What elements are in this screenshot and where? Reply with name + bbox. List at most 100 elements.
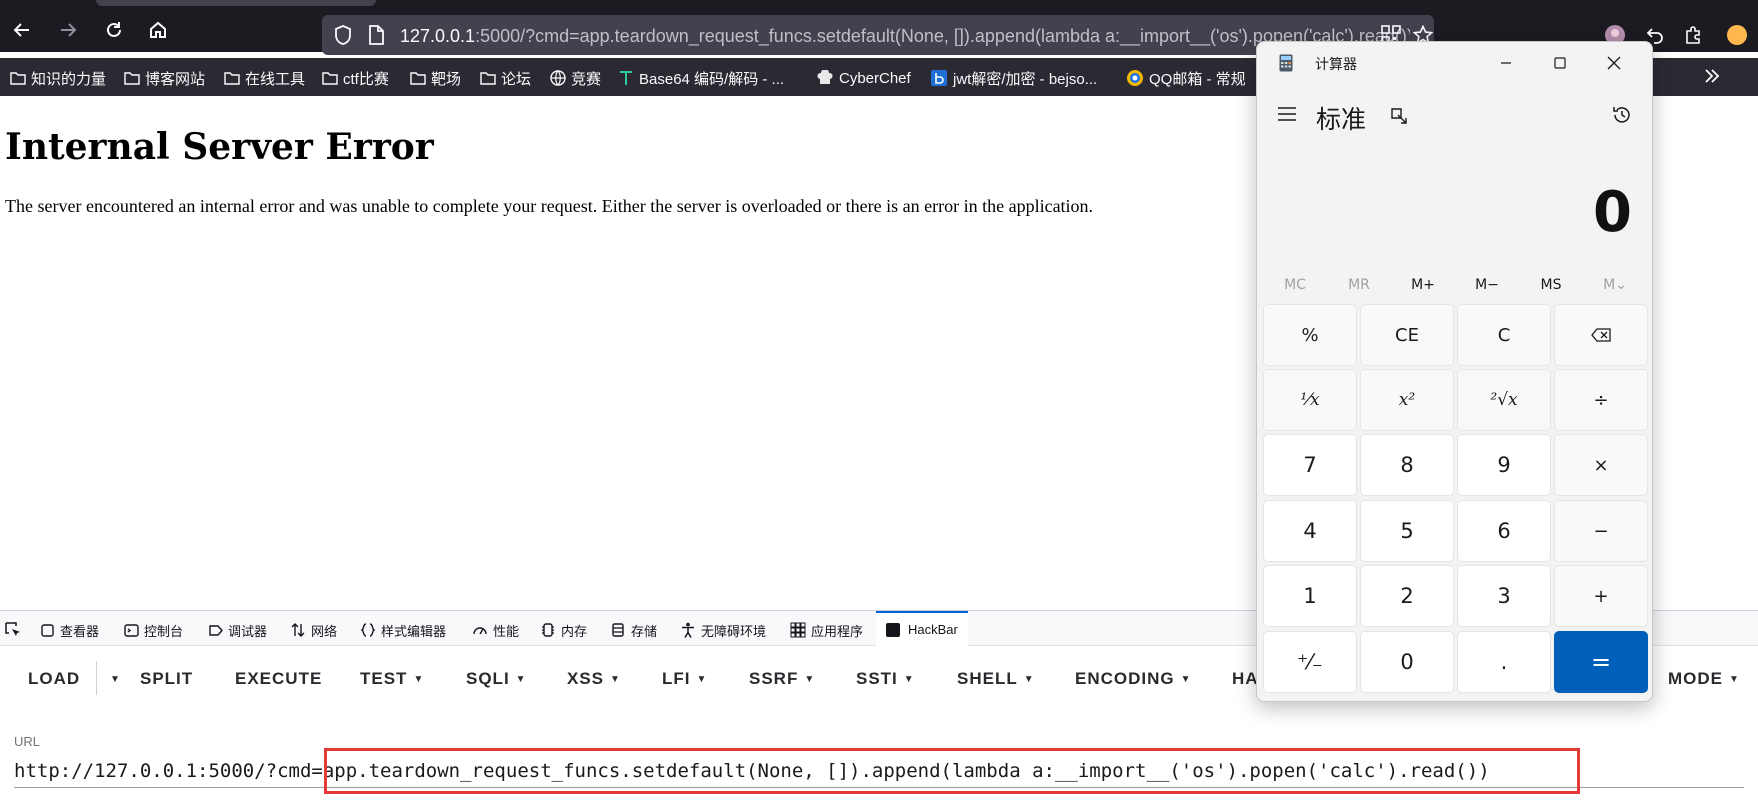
square-root-key[interactable]: ²√x: [1457, 369, 1551, 431]
maximize-button[interactable]: [1537, 48, 1583, 78]
bookmark-link[interactable]: QQ邮箱 - 常规: [1126, 66, 1246, 90]
hackbar-test-menu[interactable]: TEST ▼: [360, 667, 424, 691]
equals-key[interactable]: =: [1554, 631, 1648, 693]
memory-clear-button[interactable]: MC: [1263, 270, 1327, 300]
back-button[interactable]: [2, 12, 42, 48]
negate-key[interactable]: ⁺⁄₋: [1263, 631, 1357, 693]
multiply-key[interactable]: ×: [1554, 434, 1648, 496]
hackbar-execute-button[interactable]: EXECUTE: [235, 667, 322, 691]
shield-icon[interactable]: [334, 25, 352, 49]
hackbar-load-button[interactable]: LOAD: [28, 667, 80, 691]
memory-store-button[interactable]: MS: [1519, 270, 1583, 300]
tab-debugger[interactable]: 调试器: [208, 620, 267, 640]
button-label: SSRF: [749, 669, 799, 688]
hackbar-shell-menu[interactable]: SHELL ▼: [957, 667, 1035, 691]
tab-label: 性能: [493, 623, 520, 639]
tab-accessibility[interactable]: 无障碍环境: [680, 620, 766, 640]
bookmark-folder[interactable]: 博客网站: [124, 66, 205, 90]
plus-key[interactable]: +: [1554, 565, 1648, 627]
hackbar-ssti-menu[interactable]: SSTI ▼: [856, 667, 915, 691]
hackbar-sqli-menu[interactable]: SQLI ▼: [466, 667, 527, 691]
bookmark-folder[interactable]: 知识的力量: [10, 66, 106, 90]
hamburger-menu-icon[interactable]: [1277, 106, 1297, 126]
bookmark-folder[interactable]: 靶场: [410, 66, 461, 90]
extensions-icon[interactable]: [1676, 18, 1710, 52]
reload-button[interactable]: [94, 12, 134, 48]
calculator-header: 标准: [1257, 94, 1652, 138]
square-key[interactable]: x²: [1360, 369, 1454, 431]
tab-hackbar[interactable]: HackBar: [876, 611, 968, 646]
tab-network[interactable]: 网络: [290, 620, 337, 640]
memory-list-button[interactable]: M⌄: [1583, 270, 1647, 300]
hackbar-lfi-menu[interactable]: LFI ▼: [662, 667, 707, 691]
hackbar-mode-menu[interactable]: MODE ▼: [1668, 667, 1740, 691]
active-tab-indicator[interactable]: [96, 0, 376, 6]
tab-style-editor[interactable]: 样式编辑器: [360, 620, 446, 640]
caret-down-icon: ▼: [1180, 673, 1192, 685]
calculator-keypad: % CE C ¹⁄x x² ²√x ÷ 7 8 9 × 4 5 6 − 1 2 …: [1263, 304, 1648, 696]
keep-on-top-icon[interactable]: [1389, 106, 1409, 130]
debugger-icon: [209, 624, 223, 636]
tab-storage[interactable]: 存储: [610, 620, 657, 640]
hackbar-split-button[interactable]: SPLIT: [140, 667, 193, 691]
bookmark-link[interactable]: jwt解密/加密 - bejso...: [930, 66, 1097, 90]
calculator-mode-title: 标准: [1316, 105, 1367, 134]
close-button[interactable]: [1591, 48, 1637, 78]
digit-7-key[interactable]: 7: [1263, 434, 1357, 496]
clear-entry-key[interactable]: CE: [1360, 304, 1454, 366]
hackbar-ssrf-menu[interactable]: SSRF ▼: [749, 667, 815, 691]
profile-icon[interactable]: [1720, 18, 1754, 52]
bookmarks-overflow-button[interactable]: [1702, 66, 1722, 90]
digit-8-key[interactable]: 8: [1360, 434, 1454, 496]
digit-5-key[interactable]: 5: [1360, 500, 1454, 562]
hackbar-hashing-menu[interactable]: HA: [1232, 667, 1259, 691]
tab-console[interactable]: 控制台: [124, 620, 183, 640]
history-icon[interactable]: [1611, 104, 1633, 130]
memory-add-button[interactable]: M+: [1391, 270, 1455, 300]
minus-key[interactable]: −: [1554, 500, 1648, 562]
bookmark-link[interactable]: 竞赛: [550, 66, 601, 90]
tab-label: 查看器: [60, 623, 100, 639]
page-info-icon[interactable]: [368, 25, 384, 49]
digit-0-key[interactable]: 0: [1360, 631, 1454, 693]
home-button[interactable]: [138, 12, 178, 48]
bookmark-link[interactable]: Base64 编码/解码 - ...: [618, 66, 784, 90]
clear-key[interactable]: C: [1457, 304, 1551, 366]
button-label: MODE: [1668, 669, 1723, 688]
toolbar-divider: [96, 661, 97, 695]
percent-key[interactable]: %: [1263, 304, 1357, 366]
folder-icon: [124, 72, 140, 85]
key-label: x²: [1398, 390, 1416, 410]
folder-icon: [10, 72, 26, 85]
memory-recall-button[interactable]: MR: [1327, 270, 1391, 300]
element-picker-button[interactable]: [4, 620, 27, 640]
tab-performance[interactable]: 性能: [472, 620, 519, 640]
memory-subtract-button[interactable]: M−: [1455, 270, 1519, 300]
bookmark-folder[interactable]: 在线工具: [224, 66, 305, 90]
backspace-key[interactable]: [1554, 304, 1648, 366]
reciprocal-key[interactable]: ¹⁄x: [1263, 369, 1357, 431]
arrow-right-icon: [61, 23, 77, 37]
digit-2-key[interactable]: 2: [1360, 565, 1454, 627]
decimal-key[interactable]: .: [1457, 631, 1551, 693]
hackbar-load-dropdown[interactable]: ▼: [104, 667, 121, 691]
digit-1-key[interactable]: 1: [1263, 565, 1357, 627]
digit-4-key[interactable]: 4: [1263, 500, 1357, 562]
digit-9-key[interactable]: 9: [1457, 434, 1551, 496]
tab-application[interactable]: 应用程序: [790, 620, 863, 640]
tab-inspector[interactable]: 查看器: [40, 620, 99, 640]
bookmark-folder[interactable]: ctf比赛: [322, 66, 389, 90]
bookmark-link[interactable]: CyberChef: [816, 66, 911, 90]
divide-key[interactable]: ÷: [1554, 369, 1648, 431]
forward-button[interactable]: [48, 12, 88, 48]
digit-3-key[interactable]: 3: [1457, 565, 1551, 627]
digit-6-key[interactable]: 6: [1457, 500, 1551, 562]
calculator-titlebar[interactable]: 计算器: [1257, 42, 1652, 82]
tab-memory[interactable]: 内存: [540, 620, 587, 640]
bookmark-folder[interactable]: 论坛: [480, 66, 531, 90]
hackbar-xss-menu[interactable]: XSS ▼: [567, 667, 621, 691]
caret-down-icon: ▼: [1729, 673, 1740, 685]
minimize-button[interactable]: [1483, 48, 1529, 78]
bookmark-label: 在线工具: [245, 70, 306, 88]
hackbar-encoding-menu[interactable]: ENCODING ▼: [1075, 667, 1192, 691]
